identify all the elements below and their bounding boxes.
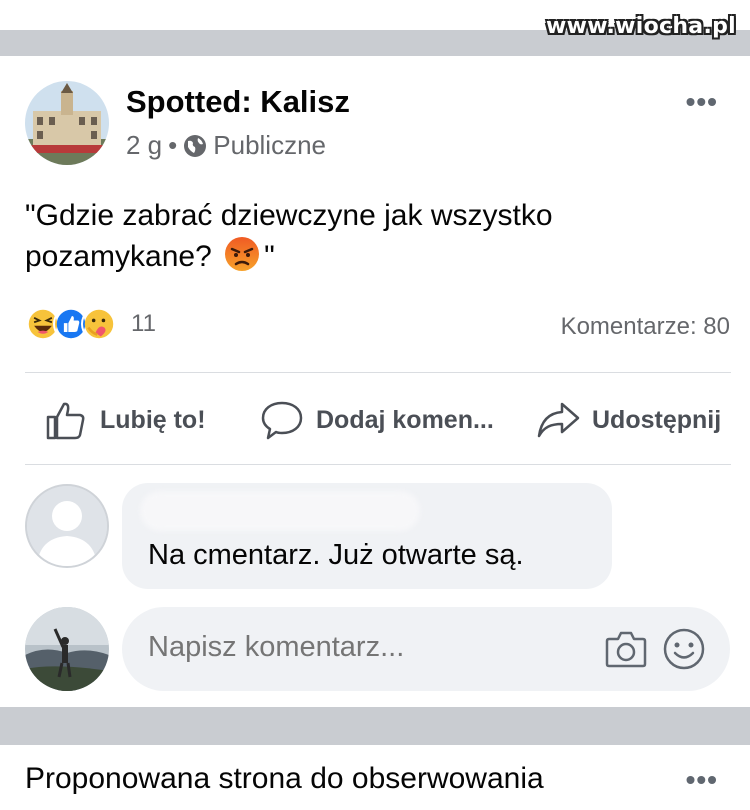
comment-bubble[interactable]: Na cmentarz. Już otwarte są. (122, 483, 612, 589)
comment-button[interactable]: Dodaj komen... (260, 386, 494, 454)
blurred-commenter-name (140, 491, 420, 531)
post-time[interactable]: 2 g (126, 130, 162, 161)
page-name[interactable]: Spotted: Kalisz (126, 84, 350, 120)
emoji-smile-icon[interactable] (662, 627, 706, 671)
divider (25, 372, 731, 373)
separator-band (0, 707, 750, 745)
suggestion-title: Proponowana strona do obserwowania (25, 762, 544, 795)
comment-bubble-icon (261, 401, 303, 440)
comment-label: Dodaj komen... (316, 405, 494, 434)
meta-separator: • (168, 130, 178, 160)
comments-count[interactable]: Komentarze: 80 (561, 313, 730, 341)
action-bar: Lubię to! Dodaj komen... Udostępnij (0, 386, 750, 466)
globe-icon (184, 134, 207, 157)
post-text-line2: pozamykane? (25, 240, 212, 273)
post-text: "Gdzie zabrać dziewczyne jak wszystko po… (25, 196, 725, 277)
angry-emoji-icon (225, 237, 260, 271)
suggestion-more-icon[interactable]: ••• (686, 764, 718, 796)
write-comment-box (122, 607, 730, 691)
camera-icon[interactable] (604, 627, 648, 671)
like-label: Lubię to! (100, 405, 206, 434)
comment-text: Na cmentarz. Już otwarte są. (148, 539, 524, 571)
post-text-end: " (264, 240, 275, 273)
commenter-avatar[interactable] (25, 484, 109, 568)
more-options-icon[interactable]: ••• (686, 86, 718, 118)
comment-input[interactable] (148, 631, 568, 664)
thumbs-up-icon (46, 402, 85, 440)
page-avatar[interactable] (25, 81, 109, 165)
share-label: Udostępnij (592, 405, 722, 434)
divider (25, 464, 731, 465)
watermark: www.wiocha.pl (546, 14, 736, 39)
post-text-line1: "Gdzie zabrać dziewczyne jak wszystko (25, 199, 553, 232)
reaction-count[interactable]: 11 (131, 310, 156, 338)
reactions-summary[interactable]: 11 (25, 306, 156, 342)
share-arrow-icon (537, 402, 580, 438)
user-avatar[interactable] (25, 607, 109, 691)
care-emoji-icon (81, 306, 117, 342)
share-button[interactable]: Udostępnij (536, 386, 721, 454)
audience-label: Publiczne (213, 130, 326, 160)
like-button[interactable]: Lubię to! (44, 386, 206, 454)
post-meta: 2 g • Publiczne (126, 130, 326, 161)
top-separator: www.wiocha.pl (0, 0, 750, 56)
